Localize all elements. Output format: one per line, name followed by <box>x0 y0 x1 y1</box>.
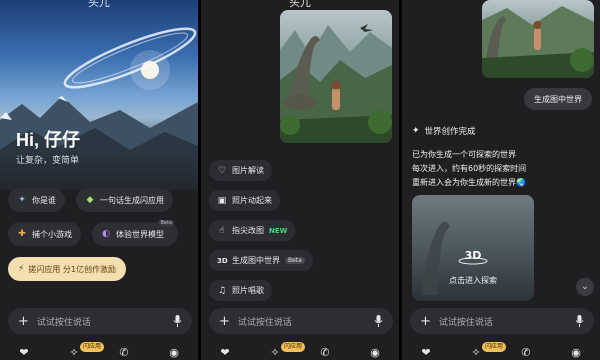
chip-flash-app[interactable]: ◆ 一句话生成闪应用 <box>76 188 173 212</box>
music-icon: ♫ <box>217 285 227 296</box>
chip-label: 捕个小游戏 <box>32 229 72 239</box>
desc-line: 重新进入会为你生成新的世界🌏 <box>412 178 526 187</box>
home-panel: 头兀 Hi, 仔仔 让复杂，变简单 ✦ 你是谁 ◆ 一句话生成闪应用 ✚ 捕个小… <box>0 0 198 360</box>
home-tab-icon[interactable]: ❤ <box>219 347 231 359</box>
option-finger-edit[interactable]: ☝ 指尖改图 NEW <box>209 220 296 241</box>
phone-tab-icon[interactable]: ✆ <box>520 347 532 359</box>
eye-tab-icon[interactable]: ◉ <box>369 347 381 359</box>
beta-badge: Beta <box>158 220 174 226</box>
chat-input-bar[interactable]: + 试试按住说话 <box>8 308 192 334</box>
option-label: 图片解读 <box>232 166 264 175</box>
generated-image[interactable] <box>280 10 392 143</box>
bottom-tabbar: ❤ ✧ 闪应用 ✆ ◉ <box>201 342 399 360</box>
chevron-down-icon: ⌄ <box>581 282 589 292</box>
option-label: 照片动起来 <box>232 196 272 205</box>
user-message-text: 生成图中世界 <box>534 94 582 104</box>
plus-icon[interactable]: + <box>219 315 230 328</box>
desc-line: 每次进入，约有60秒的探索时间 <box>412 164 527 173</box>
flash-app-icon: ◆ <box>86 195 94 205</box>
completion-heading: ✦ 世界创作完成 <box>412 125 476 137</box>
eye-tab-icon[interactable]: ◉ <box>168 347 180 359</box>
chip-world-model[interactable]: ◐ 体验世界模型 Beta <box>92 220 178 246</box>
bottom-tabbar: ❤ ✧ 闪应用 ✆ ◉ <box>0 342 198 360</box>
option-animate-photo[interactable]: ▣ 照片动起来 <box>209 190 280 211</box>
3d-label: 3D <box>464 249 482 262</box>
option-label: 指尖改图 <box>232 226 264 235</box>
completion-title: 世界创作完成 <box>424 127 476 137</box>
new-tag: NEW <box>269 226 288 235</box>
bottom-tabbar: ❤ ✧ 闪应用 ✆ ◉ <box>402 342 600 360</box>
chip-label: 一句话生成闪应用 <box>100 195 164 205</box>
flash-app-tab-icon[interactable]: ✧ <box>269 347 281 359</box>
desc-line: 已为你生成一个可探索的世界 <box>412 150 516 159</box>
flash-app-tab-icon[interactable]: ✧ <box>68 347 80 359</box>
chip-mini-game[interactable]: ✚ 捕个小游戏 <box>8 222 81 246</box>
option-label: 生成图中世界 <box>232 256 280 265</box>
option-label: 照片唱歌 <box>232 286 264 295</box>
scroll-down-button[interactable]: ⌄ <box>576 278 594 296</box>
generated-image[interactable] <box>482 0 594 78</box>
chip-label: 你是谁 <box>32 195 56 205</box>
home-tab-icon[interactable]: ❤ <box>420 347 432 359</box>
input-placeholder: 试试按住说话 <box>237 317 292 328</box>
phone-tab-icon[interactable]: ✆ <box>319 347 331 359</box>
option-photo-sing[interactable]: ♫ 照片唱歌 <box>209 280 272 301</box>
sparkle-icon: ✦ <box>412 126 420 136</box>
input-placeholder: 试试按住说话 <box>438 317 493 328</box>
beta-badge: Beta <box>285 257 305 264</box>
input-placeholder: 试试按住说话 <box>36 317 91 328</box>
chat-input-bar[interactable]: + 试试按住说话 <box>209 308 393 334</box>
option-generate-world[interactable]: 3D 生成图中世界 Beta <box>209 250 313 271</box>
image-options-panel: 头兀 ♡ 图片解读 ▣ 照片动起来 ☝ 指尖改图 NEW 3D 生成图中世界 B… <box>201 0 399 360</box>
phone-tab-icon[interactable]: ✆ <box>118 347 130 359</box>
sparkle-icon: ✦ <box>18 195 26 205</box>
world-model-icon: ◐ <box>102 229 110 239</box>
microphone-icon[interactable] <box>173 315 182 327</box>
image-read-icon: ♡ <box>217 165 227 176</box>
promo-label: 搓闪应用 分1亿创作激励 <box>28 264 116 274</box>
plus-icon[interactable]: + <box>420 315 431 328</box>
game-icon: ✚ <box>18 229 26 239</box>
completion-description: 已为你生成一个可探索的世界 每次进入，约有60秒的探索时间 重新进入会为你生成新… <box>412 148 526 190</box>
user-message-bubble: 生成图中世界 <box>524 88 592 110</box>
finger-edit-icon: ☝ <box>219 225 225 236</box>
chat-input-bar[interactable]: + 试试按住说话 <box>410 308 594 334</box>
eye-tab-icon[interactable]: ◉ <box>570 347 582 359</box>
explore-3d-card[interactable]: 3D 点击进入探索 <box>412 195 534 301</box>
app-title: 头兀 <box>289 0 311 9</box>
tab-badge: 闪应用 <box>482 342 507 352</box>
microphone-icon[interactable] <box>575 315 584 327</box>
plus-icon[interactable]: + <box>18 315 29 328</box>
flash-icon: ⚡ <box>18 264 25 274</box>
tab-badge: 闪应用 <box>80 342 105 352</box>
promo-button[interactable]: ⚡ 搓闪应用 分1亿创作激励 <box>8 257 126 281</box>
image-animate-icon: ▣ <box>217 195 227 206</box>
tab-badge: 闪应用 <box>281 342 306 352</box>
explore-caption: 点击进入探索 <box>449 276 497 285</box>
greeting-title: Hi, 仔仔 <box>16 130 81 150</box>
chip-label: 体验世界模型 <box>116 229 164 239</box>
app-title: 头兀 <box>88 0 110 9</box>
microphone-icon[interactable] <box>374 315 383 327</box>
chip-who-are-you[interactable]: ✦ 你是谁 <box>8 188 65 212</box>
world-result-panel: 生成图中世界 ✦ 世界创作完成 已为你生成一个可探索的世界 每次进入，约有60秒… <box>402 0 600 360</box>
home-tab-icon[interactable]: ❤ <box>18 347 30 359</box>
3d-icon: 3D <box>217 256 228 265</box>
option-image-interpret[interactable]: ♡ 图片解读 <box>209 160 272 181</box>
greeting-subtitle: 让复杂，变简单 <box>16 156 80 166</box>
flash-app-tab-icon[interactable]: ✧ <box>470 347 482 359</box>
